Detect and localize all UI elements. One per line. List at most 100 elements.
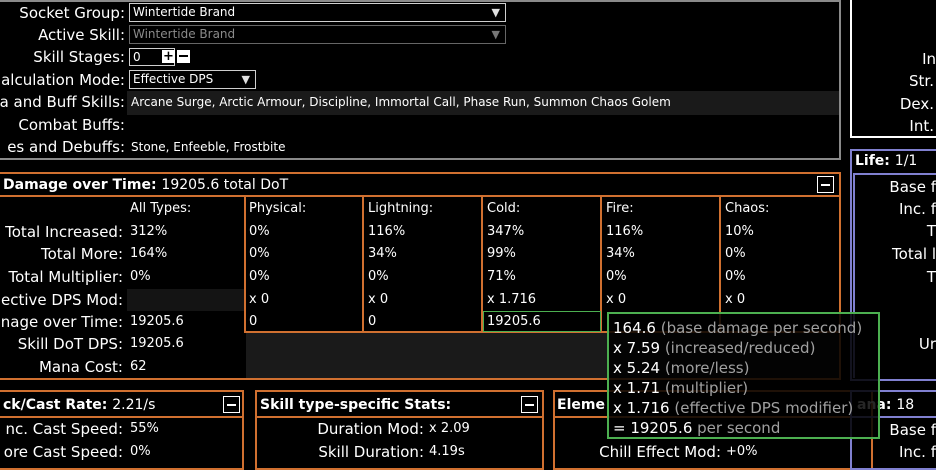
socket-group-dropdown[interactable]: Wintertide Brand ▼ — [129, 3, 506, 22]
table-cell: 10% — [725, 224, 754, 239]
skill-stages-label: Skill Stages: — [33, 48, 125, 66]
curses-value: Stone, Enfeeble, Frostbite — [131, 140, 286, 154]
active-skill-label: Active Skill: — [38, 26, 125, 44]
active-skill-value: Wintertide Brand — [133, 27, 236, 41]
header-cold: Cold: — [487, 201, 521, 216]
chill-effect-label: Chill Effect Mod: — [599, 443, 721, 461]
header-lightning: Lightning: — [368, 201, 434, 216]
table-cell: 312% — [130, 224, 168, 239]
skill-duration-value: 4.19s — [429, 444, 465, 459]
more-cast-speed-value: 0% — [130, 444, 151, 459]
attr-label-1: In — [922, 50, 936, 68]
life-title-value: 1/1 — [894, 153, 918, 169]
table-cell: 116% — [368, 224, 406, 239]
inc-cast-speed-value: 55% — [130, 421, 159, 436]
table-cell: 347% — [487, 224, 525, 239]
tooltip-line: x 1.716 (effective DPS modifier) — [613, 399, 854, 417]
dot-title-value: 19205.6 total DoT — [161, 177, 289, 193]
table-cell: 0% — [249, 224, 270, 239]
table-cell: 19205.6 — [130, 336, 184, 351]
table-cell: x 1.716 — [487, 292, 537, 307]
life-title: Life: 1/1 — [855, 151, 917, 171]
row-label-mana-cost: Mana Cost: — [38, 358, 123, 376]
socket-group-label: Socket Group: — [19, 4, 125, 22]
table-cell: 71% — [487, 269, 516, 284]
chevron-down-icon: ▼ — [241, 73, 250, 86]
aura-buff-value: Arcane Surge, Arctic Armour, Discipline,… — [131, 95, 671, 109]
minus-icon — [179, 55, 188, 57]
table-cell: x 0 — [368, 292, 389, 307]
row-label-effective-dps-mod: ective DPS Mod: — [1, 291, 123, 309]
cast-rate-collapse-button[interactable] — [223, 396, 240, 413]
active-skill-dropdown[interactable]: Wintertide Brand ▼ — [129, 25, 506, 44]
table-cell: x 0 — [606, 292, 627, 307]
row-label-total-multiplier: Total Multiplier: — [8, 268, 123, 286]
empty-cell — [127, 289, 244, 311]
calc-mode-label: alculation Mode: — [1, 71, 125, 89]
dot-collapse-button[interactable] — [817, 176, 834, 193]
tooltip-line: x 7.59 (increased/reduced) — [613, 339, 816, 357]
attr-label-dex: Dex. — [899, 95, 934, 113]
table-cell: 0% — [368, 269, 389, 284]
mana-title-value: 18 — [896, 397, 915, 413]
table-cell: x 0 — [249, 292, 270, 307]
life-row: Base f — [889, 178, 936, 196]
table-cell: 0% — [249, 269, 270, 284]
damage-breakdown-tooltip: 164.6 (base damage per second) x 7.59 (i… — [607, 312, 880, 439]
skill-stats-collapse-button[interactable] — [521, 396, 538, 413]
dot-title-label: Damage over Time: — [3, 177, 157, 193]
table-cell: x 0 — [725, 292, 746, 307]
table-cell: 99% — [487, 246, 516, 261]
table-cell-cold-dot[interactable]: 19205.6 — [484, 311, 541, 333]
decrement-button[interactable] — [177, 50, 190, 63]
header-physical: Physical: — [249, 201, 307, 216]
column-divider — [362, 197, 364, 333]
calc-mode-value: Effective DPS — [133, 72, 214, 86]
more-cast-speed-label: ore Cast Speed: — [3, 443, 123, 461]
tooltip-line: = 19205.6 per second — [613, 419, 781, 437]
attr-label-str: Str. — [909, 72, 934, 90]
table-cell: 0% — [606, 269, 627, 284]
inc-cast-speed-label: nc. Cast Speed: — [5, 420, 124, 438]
table-cell: 0 — [249, 314, 258, 329]
life-row: T — [926, 268, 936, 286]
cast-rate-title: ck/Cast Rate: 2.21/s — [3, 395, 155, 415]
attr-label-int: Int. — [909, 117, 934, 135]
curses-label: es and Debuffs: — [7, 138, 125, 156]
mana-row: Inc. f — [899, 443, 936, 461]
table-cell: 0% — [130, 269, 151, 284]
table-cell: 19205.6 — [130, 314, 184, 329]
life-row: Ur — [918, 335, 936, 353]
skill-stages-value: 0 — [133, 50, 141, 64]
life-title-label: Life: — [855, 153, 890, 169]
chill-effect-value: +0% — [726, 444, 758, 459]
row-label-total-more: Total More: — [40, 245, 123, 263]
row-label-damage-over-time: nage over Time: — [0, 313, 123, 331]
cast-rate-value: 2.21/s — [112, 397, 156, 413]
row-label-total-increased: Total Increased: — [5, 223, 123, 241]
tooltip-line: x 5.24 (more/less) — [613, 359, 750, 377]
header-chaos: Chaos: — [725, 201, 770, 216]
life-row: T — [926, 222, 936, 240]
increment-button[interactable]: + — [162, 50, 175, 63]
combat-buffs-label: Combat Buffs: — [18, 116, 125, 134]
table-cell: 0 — [368, 314, 377, 329]
calc-mode-dropdown[interactable]: Effective DPS ▼ — [129, 70, 256, 89]
tooltip-line: x 1.71 (multiplier) — [613, 379, 749, 397]
row-label-skill-dot-dps: Skill DoT DPS: — [17, 335, 123, 353]
table-cell: 62 — [130, 359, 147, 374]
life-row: Total l — [892, 245, 936, 263]
skill-duration-label: Skill Duration: — [318, 443, 424, 461]
skill-stats-title: Skill type-specific Stats: — [260, 397, 452, 413]
table-cell: 0% — [725, 269, 746, 284]
plus-icon: + — [163, 49, 174, 64]
table-cell: 116% — [606, 224, 644, 239]
mana-row: Base f — [889, 421, 936, 439]
header-all-types: All Types: — [130, 201, 192, 216]
table-cell: 34% — [606, 246, 635, 261]
tooltip-line: 164.6 (base damage per second) — [613, 319, 863, 337]
elemental-title: Eleme — [557, 397, 605, 413]
chevron-down-icon: ▼ — [491, 28, 500, 41]
table-cell: 0% — [249, 246, 270, 261]
socket-group-value: Wintertide Brand — [133, 5, 236, 19]
